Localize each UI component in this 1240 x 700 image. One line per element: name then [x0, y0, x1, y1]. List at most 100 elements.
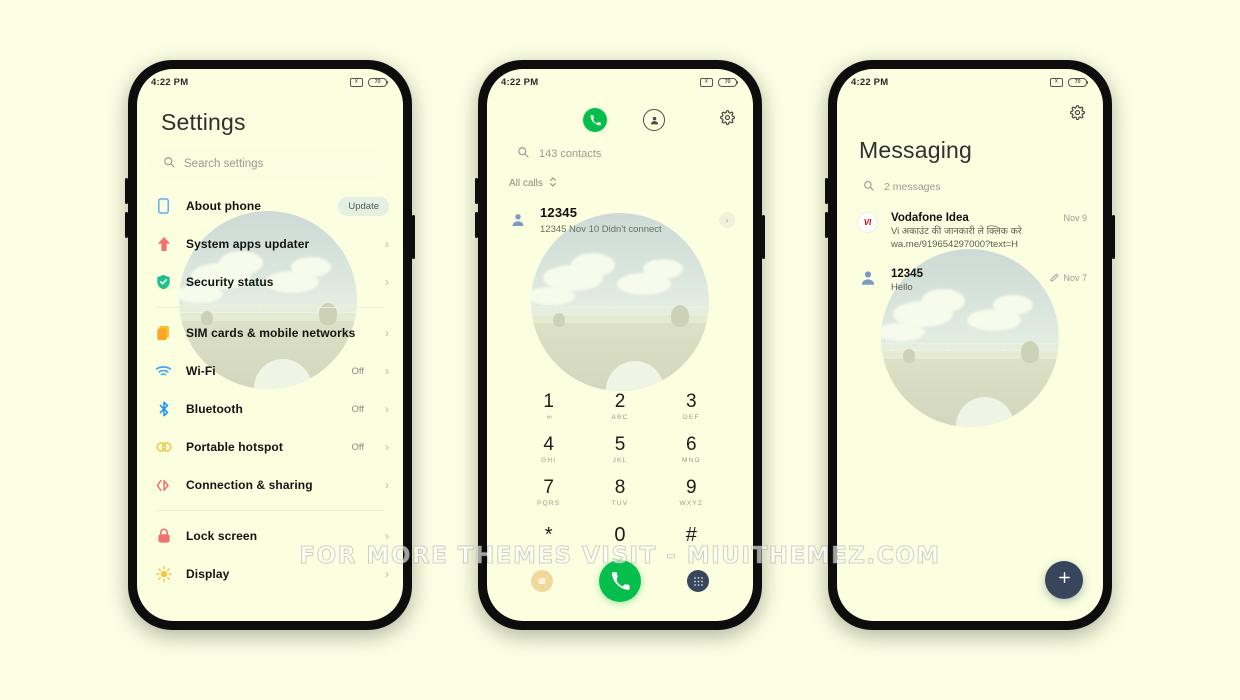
item-label: SIM cards & mobile networks — [186, 326, 356, 340]
status-bar: 4:22 PM ☓ 70 — [487, 69, 753, 95]
sidebar-item-connection-sharing[interactable]: Connection & sharing › — [137, 466, 403, 504]
sort-updown-icon — [549, 177, 557, 190]
call-log-entry[interactable]: 12345 12345 Nov 10 Didn't connect › — [487, 190, 753, 235]
item-label: System apps updater — [186, 237, 310, 251]
battery-icon: 70 — [718, 77, 739, 87]
power-button[interactable] — [1112, 215, 1115, 259]
shield-check-icon — [155, 274, 172, 291]
item-label: Display — [186, 567, 230, 581]
sidebar-item-security-status[interactable]: Security status › — [137, 263, 403, 301]
power-button[interactable] — [412, 215, 415, 259]
status-bar: 4:22 PM ☓ 70 — [137, 69, 403, 95]
sidebar-item-portable-hotspot[interactable]: Portable hotspot Off › — [137, 428, 403, 466]
chevron-right-icon: › — [385, 275, 389, 289]
status-bar: 4:22 PM ☓ 70 — [837, 69, 1103, 95]
phone-dialer: 4:22 PM ☓ 70 143 contacts All calls 1234… — [475, 60, 765, 630]
item-label: Security status — [186, 275, 274, 289]
item-label: Connection & sharing — [186, 478, 313, 492]
volume-down-button[interactable] — [475, 212, 478, 238]
new-message-button[interactable] — [1045, 561, 1083, 599]
search-placeholder: Search settings — [184, 158, 264, 170]
sidebar-item-lock-screen[interactable]: Lock screen › — [137, 517, 403, 555]
person-avatar-icon — [857, 268, 878, 289]
volume-button[interactable] — [125, 178, 128, 204]
dialer-tabs — [487, 95, 753, 135]
chevron-right-icon: › — [385, 237, 389, 251]
dialpad-key-hash[interactable]: # — [656, 516, 727, 554]
sidebar-item-display[interactable]: Display › — [137, 555, 403, 593]
pencil-icon — [1050, 269, 1059, 287]
dialpad-key-6[interactable]: 6 MNO — [656, 430, 727, 468]
sidebar-item-system-apps-updater[interactable]: System apps updater › — [137, 225, 403, 263]
chevron-right-icon: › — [385, 402, 389, 416]
sidebar-item-wifi[interactable]: Wi-Fi Off › — [137, 352, 403, 390]
settings-screen: 4:22 PM ☓ 70 Settings Search settings Ab… — [137, 69, 403, 621]
messages-search-input[interactable]: 2 messages — [837, 164, 1103, 196]
update-badge[interactable]: Update — [338, 196, 389, 216]
messaging-screen: 4:22 PM ☓ 70 Messaging 2 messages VI Vod… — [837, 69, 1103, 621]
person-avatar-icon — [509, 211, 526, 228]
chevron-right-icon: › — [385, 364, 389, 378]
contacts-search-input[interactable]: 143 contacts — [487, 135, 753, 163]
wallpaper-circle — [531, 213, 709, 391]
phone-settings: 4:22 PM ☓ 70 Settings Search settings Ab… — [125, 60, 415, 630]
power-button[interactable] — [762, 215, 765, 259]
volume-down-button[interactable] — [825, 212, 828, 238]
dialpad-key-5[interactable]: 5 JKL — [584, 430, 655, 468]
hotspot-icon — [155, 439, 172, 456]
item-value: Off — [351, 365, 365, 377]
dialpad-key-0[interactable]: 0 — [584, 516, 655, 554]
dialpad-key-1[interactable]: 1 ∞ — [513, 387, 584, 425]
search-placeholder: 2 messages — [884, 181, 941, 193]
messaging-toolbar — [837, 95, 1103, 125]
vibrate-icon: ☓ — [700, 77, 713, 87]
sidebar-item-about-phone[interactable]: About phone Update — [137, 187, 403, 225]
menu-lines-icon[interactable] — [531, 570, 553, 592]
tab-contacts[interactable] — [643, 109, 665, 131]
dialpad-key-2[interactable]: 2 ABC — [584, 387, 655, 425]
chevron-right-icon: › — [385, 326, 389, 340]
divider — [155, 510, 385, 511]
search-input[interactable]: Search settings — [149, 149, 391, 179]
gear-icon[interactable] — [720, 110, 735, 130]
list-item[interactable]: VI Vodafone Idea Vi अकाउंट की जानकारी ले… — [837, 196, 1103, 252]
chevron-right-icon[interactable]: › — [719, 211, 735, 228]
volume-down-button[interactable] — [125, 212, 128, 238]
list-item[interactable]: 12345 Hello Nov 7 — [837, 252, 1103, 295]
item-label: About phone — [186, 199, 262, 213]
sidebar-item-sim-cards[interactable]: SIM cards & mobile networks › — [137, 314, 403, 352]
dialpad-key-7[interactable]: 7 PQRS — [513, 473, 584, 511]
gear-icon[interactable] — [1070, 105, 1085, 125]
battery-icon: 70 — [368, 77, 389, 87]
call-filter[interactable]: All calls — [487, 163, 753, 190]
phone-outline-icon — [155, 198, 172, 215]
item-value: Off — [351, 403, 365, 415]
dialpad-key-4[interactable]: 4 GHI — [513, 430, 584, 468]
call-button[interactable] — [599, 560, 641, 602]
dialpad-key-8[interactable]: 8 TUV — [584, 473, 655, 511]
wifi-icon — [155, 363, 172, 380]
sidebar-item-bluetooth[interactable]: Bluetooth Off › — [137, 390, 403, 428]
chevron-right-icon: › — [385, 478, 389, 492]
dialpad-key-3[interactable]: 3 DEF — [656, 387, 727, 425]
vibrate-icon: ☓ — [1050, 77, 1063, 87]
dialpad-key-star[interactable]: * — [513, 516, 584, 554]
dialpad-icon[interactable] — [687, 570, 709, 592]
volume-button[interactable] — [825, 178, 828, 204]
thread-preview: Hello — [891, 281, 913, 293]
tab-calls[interactable] — [583, 108, 607, 132]
thread-name: 12345 — [891, 267, 923, 280]
filter-label: All calls — [509, 178, 543, 189]
status-time: 4:22 PM — [151, 76, 189, 88]
battery-icon: 70 — [1068, 77, 1089, 87]
chevron-right-icon: › — [385, 567, 389, 581]
dialpad-key-9[interactable]: 9 WXYZ — [656, 473, 727, 511]
thread-date: Nov 7 — [1063, 272, 1087, 283]
volume-button[interactable] — [475, 178, 478, 204]
phone-messaging: 4:22 PM ☓ 70 Messaging 2 messages VI Vod… — [825, 60, 1115, 630]
status-time: 4:22 PM — [851, 76, 889, 88]
dialpad: 1 ∞ 2 ABC 3 DEF 4 GHI 5 JKL 6 MNO 7 PQRS… — [487, 387, 753, 554]
thread-preview: Vi अकाउंट की जानकारी ले क्लिक करे wa.me/… — [891, 226, 1022, 250]
item-value: Off — [351, 441, 365, 453]
item-label: Portable hotspot — [186, 440, 283, 454]
